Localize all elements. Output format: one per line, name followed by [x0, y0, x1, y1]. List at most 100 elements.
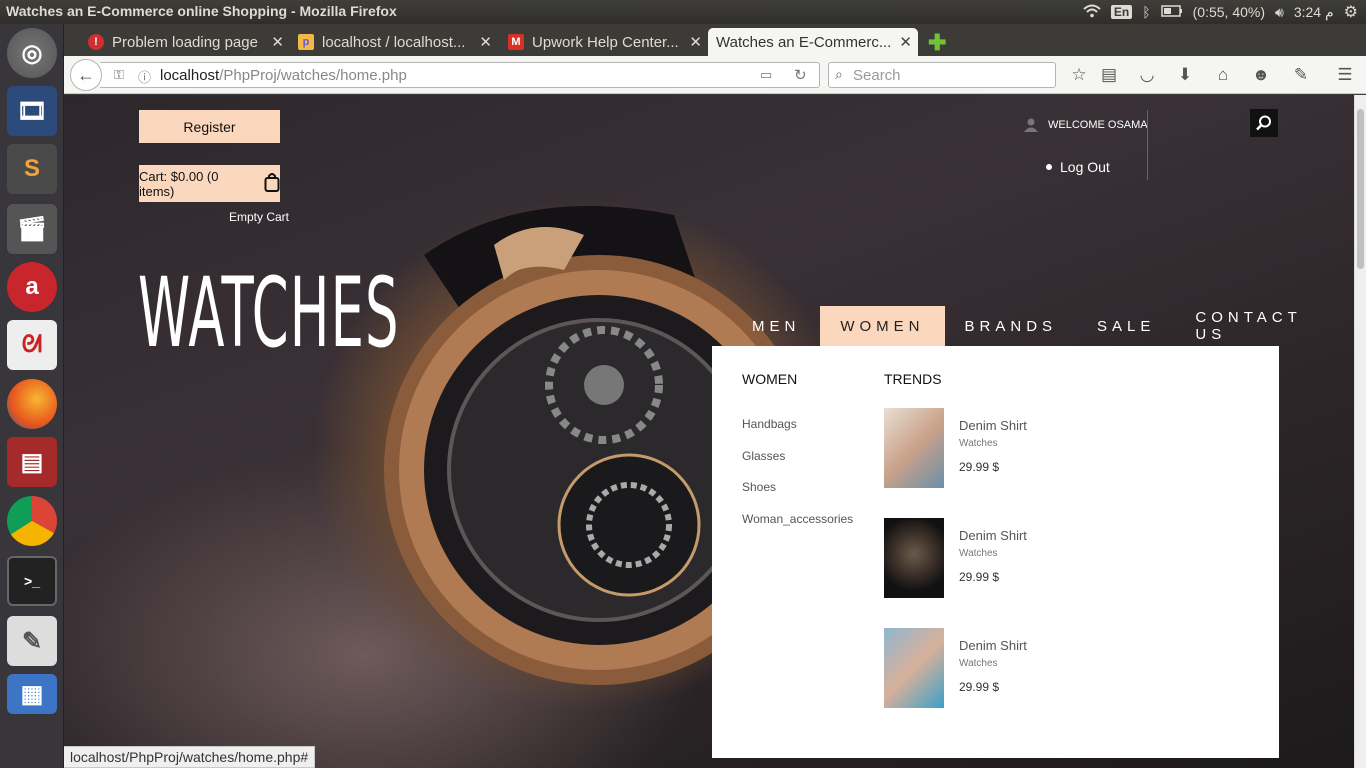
tab-label: Upwork Help Center... [532, 33, 679, 51]
search-placeholder: Search [853, 66, 901, 84]
app-center-icon[interactable]: a [7, 262, 57, 312]
women-heading: WOMEN [742, 371, 798, 387]
text-editor-icon[interactable]: ✎ [7, 616, 57, 666]
bullet-icon [1046, 164, 1052, 170]
close-icon[interactable]: ✕ [479, 33, 492, 51]
search-icon [1256, 115, 1271, 131]
gear-icon[interactable]: ⚙ [1344, 2, 1358, 22]
close-icon[interactable]: ✕ [271, 33, 284, 51]
home-icon[interactable]: ⌂ [1212, 64, 1234, 86]
product-image[interactable] [884, 518, 944, 598]
web-page: Register Cart: $0.00 (0 items) Empty Car… [64, 95, 1354, 768]
video-editor-icon[interactable]: 🎞︎ [7, 86, 57, 136]
register-button[interactable]: Register [139, 110, 280, 143]
wifi-icon[interactable] [1083, 4, 1101, 21]
header-divider [1147, 110, 1148, 180]
clapperboard-icon[interactable]: 🎬︎ [7, 204, 57, 254]
pocket-icon[interactable]: ◡ [1136, 64, 1158, 86]
welcome-user: WELCOME OSAMA [1024, 118, 1148, 132]
bluetooth-icon[interactable]: ᛒ [1142, 4, 1150, 20]
search-icon: ⌕ [835, 66, 843, 82]
trends-heading: TRENDS [884, 371, 942, 387]
nav-bar: ⚿ ⓘ localhost/PhpProj/watches/home.php ▭… [64, 56, 1366, 94]
info-icon[interactable]: ⓘ [138, 67, 151, 86]
category-handbags[interactable]: Handbags [742, 417, 797, 431]
product-price: 29.99 $ [959, 570, 1000, 584]
status-bar: localhost/PhpProj/watches/home.php# [64, 746, 316, 768]
pdf-reader-icon[interactable]: ᘛ [7, 320, 57, 370]
chrome-icon[interactable] [7, 496, 57, 546]
shopping-bag-icon [264, 172, 280, 195]
bookmark-star-icon[interactable]: ☆ [1068, 64, 1090, 86]
ubuntu-dash-icon[interactable]: ◎ [7, 28, 57, 78]
files-icon[interactable]: ▤ [7, 437, 57, 487]
site-search-button[interactable] [1250, 109, 1278, 137]
firefox-icon[interactable] [7, 379, 57, 429]
tab-bar: ! Problem loading page ✕ p localhost / l… [64, 24, 1366, 56]
clock[interactable]: 3:24 م [1294, 4, 1334, 21]
main-menu: MEN WOMEN BRANDS SALE CONTACT US [732, 306, 1354, 346]
welcome-text: WELCOME OSAMA [1048, 119, 1148, 131]
system-tray: En ᛒ (0:55, 40%) 🔊︎ 3:24 م ⚙ [1083, 2, 1358, 22]
menu-item-men[interactable]: MEN [732, 306, 820, 346]
url-host: localhost [160, 66, 220, 84]
product-name[interactable]: Denim Shirt [959, 418, 1027, 433]
menu-item-contact-us[interactable]: CONTACT US [1175, 306, 1354, 346]
close-icon[interactable]: ✕ [689, 33, 702, 51]
bookmarks-list-icon[interactable]: ▤ [1098, 64, 1120, 86]
reload-icon[interactable]: ↻ [794, 66, 807, 84]
gmail-icon: M [508, 34, 524, 50]
back-button[interactable]: ← [70, 59, 102, 91]
sublime-text-icon[interactable]: S [7, 144, 57, 194]
tab-label: Problem loading page [112, 33, 258, 51]
close-icon[interactable]: ✕ [899, 33, 912, 51]
terminal-icon[interactable]: >_ [7, 556, 57, 606]
window-title: Watches an E-Commerce online Shopping - … [6, 3, 397, 19]
phpmyadmin-icon: p [298, 34, 314, 50]
reader-view-icon[interactable]: ▭ [760, 67, 772, 83]
page-scrollbar[interactable] [1354, 95, 1366, 768]
product-image[interactable] [884, 628, 944, 708]
key-icon[interactable]: ⚿ [114, 67, 124, 83]
product-name[interactable]: Denim Shirt [959, 528, 1027, 543]
menu-item-women[interactable]: WOMEN [820, 306, 945, 346]
category-glasses[interactable]: Glasses [742, 449, 785, 463]
trend-product[interactable]: Denim Shirt Watches 29.99 $ [884, 408, 1184, 488]
trend-product[interactable]: Denim Shirt Watches 29.99 $ [884, 628, 1184, 708]
cart-button[interactable]: Cart: $0.00 (0 items) [139, 165, 280, 202]
empty-cart-link[interactable]: Empty Cart [229, 210, 289, 224]
category-woman-accessories[interactable]: Woman_accessories [742, 512, 853, 526]
chat-icon[interactable]: ☻ [1250, 64, 1272, 86]
keyboard-layout-indicator[interactable]: En [1110, 5, 1133, 19]
tab-localhost[interactable]: p localhost / localhost... ✕ [290, 28, 498, 56]
women-mega-menu: WOMEN TRENDS Handbags Glasses Shoes Woma… [712, 346, 1279, 758]
product-category: Watches [959, 658, 998, 669]
search-input[interactable]: ⌕ Search [828, 62, 1056, 88]
menu-item-sale[interactable]: SALE [1077, 306, 1175, 346]
battery-icon[interactable] [1160, 4, 1183, 20]
developer-tools-icon[interactable]: ✎ [1290, 64, 1312, 86]
product-name[interactable]: Denim Shirt [959, 638, 1027, 653]
category-shoes[interactable]: Shoes [742, 480, 776, 494]
hamburger-menu-icon[interactable]: ☰ [1334, 64, 1356, 86]
product-category: Watches [959, 548, 998, 559]
trend-product[interactable]: Denim Shirt Watches 29.99 $ [884, 518, 1184, 598]
product-price: 29.99 $ [959, 680, 1000, 694]
product-image[interactable] [884, 408, 944, 488]
scrollbar-thumb[interactable] [1357, 109, 1364, 269]
logout-link[interactable]: Log Out [1046, 159, 1110, 175]
arrow-left-icon: ← [77, 64, 95, 85]
volume-icon[interactable]: 🔊︎ [1275, 4, 1284, 21]
tab-label: localhost / localhost... [322, 33, 466, 51]
tab-problem-loading[interactable]: ! Problem loading page ✕ [80, 28, 290, 56]
tab-upwork[interactable]: M Upwork Help Center... ✕ [500, 28, 708, 56]
download-icon[interactable]: ⬇ [1174, 64, 1196, 86]
new-tab-icon[interactable]: ✚ [928, 30, 946, 56]
menu-item-brands[interactable]: BRANDS [945, 306, 1078, 346]
error-icon: ! [88, 34, 104, 50]
office-icon[interactable]: ▦ [7, 674, 57, 714]
tab-watches[interactable]: Watches an E-Commerc... ✕ [708, 28, 918, 56]
site-logo[interactable]: WATCHES [138, 265, 400, 361]
product-category: Watches [959, 438, 998, 449]
url-bar[interactable]: ⚿ ⓘ localhost/PhpProj/watches/home.php ▭… [100, 62, 820, 88]
